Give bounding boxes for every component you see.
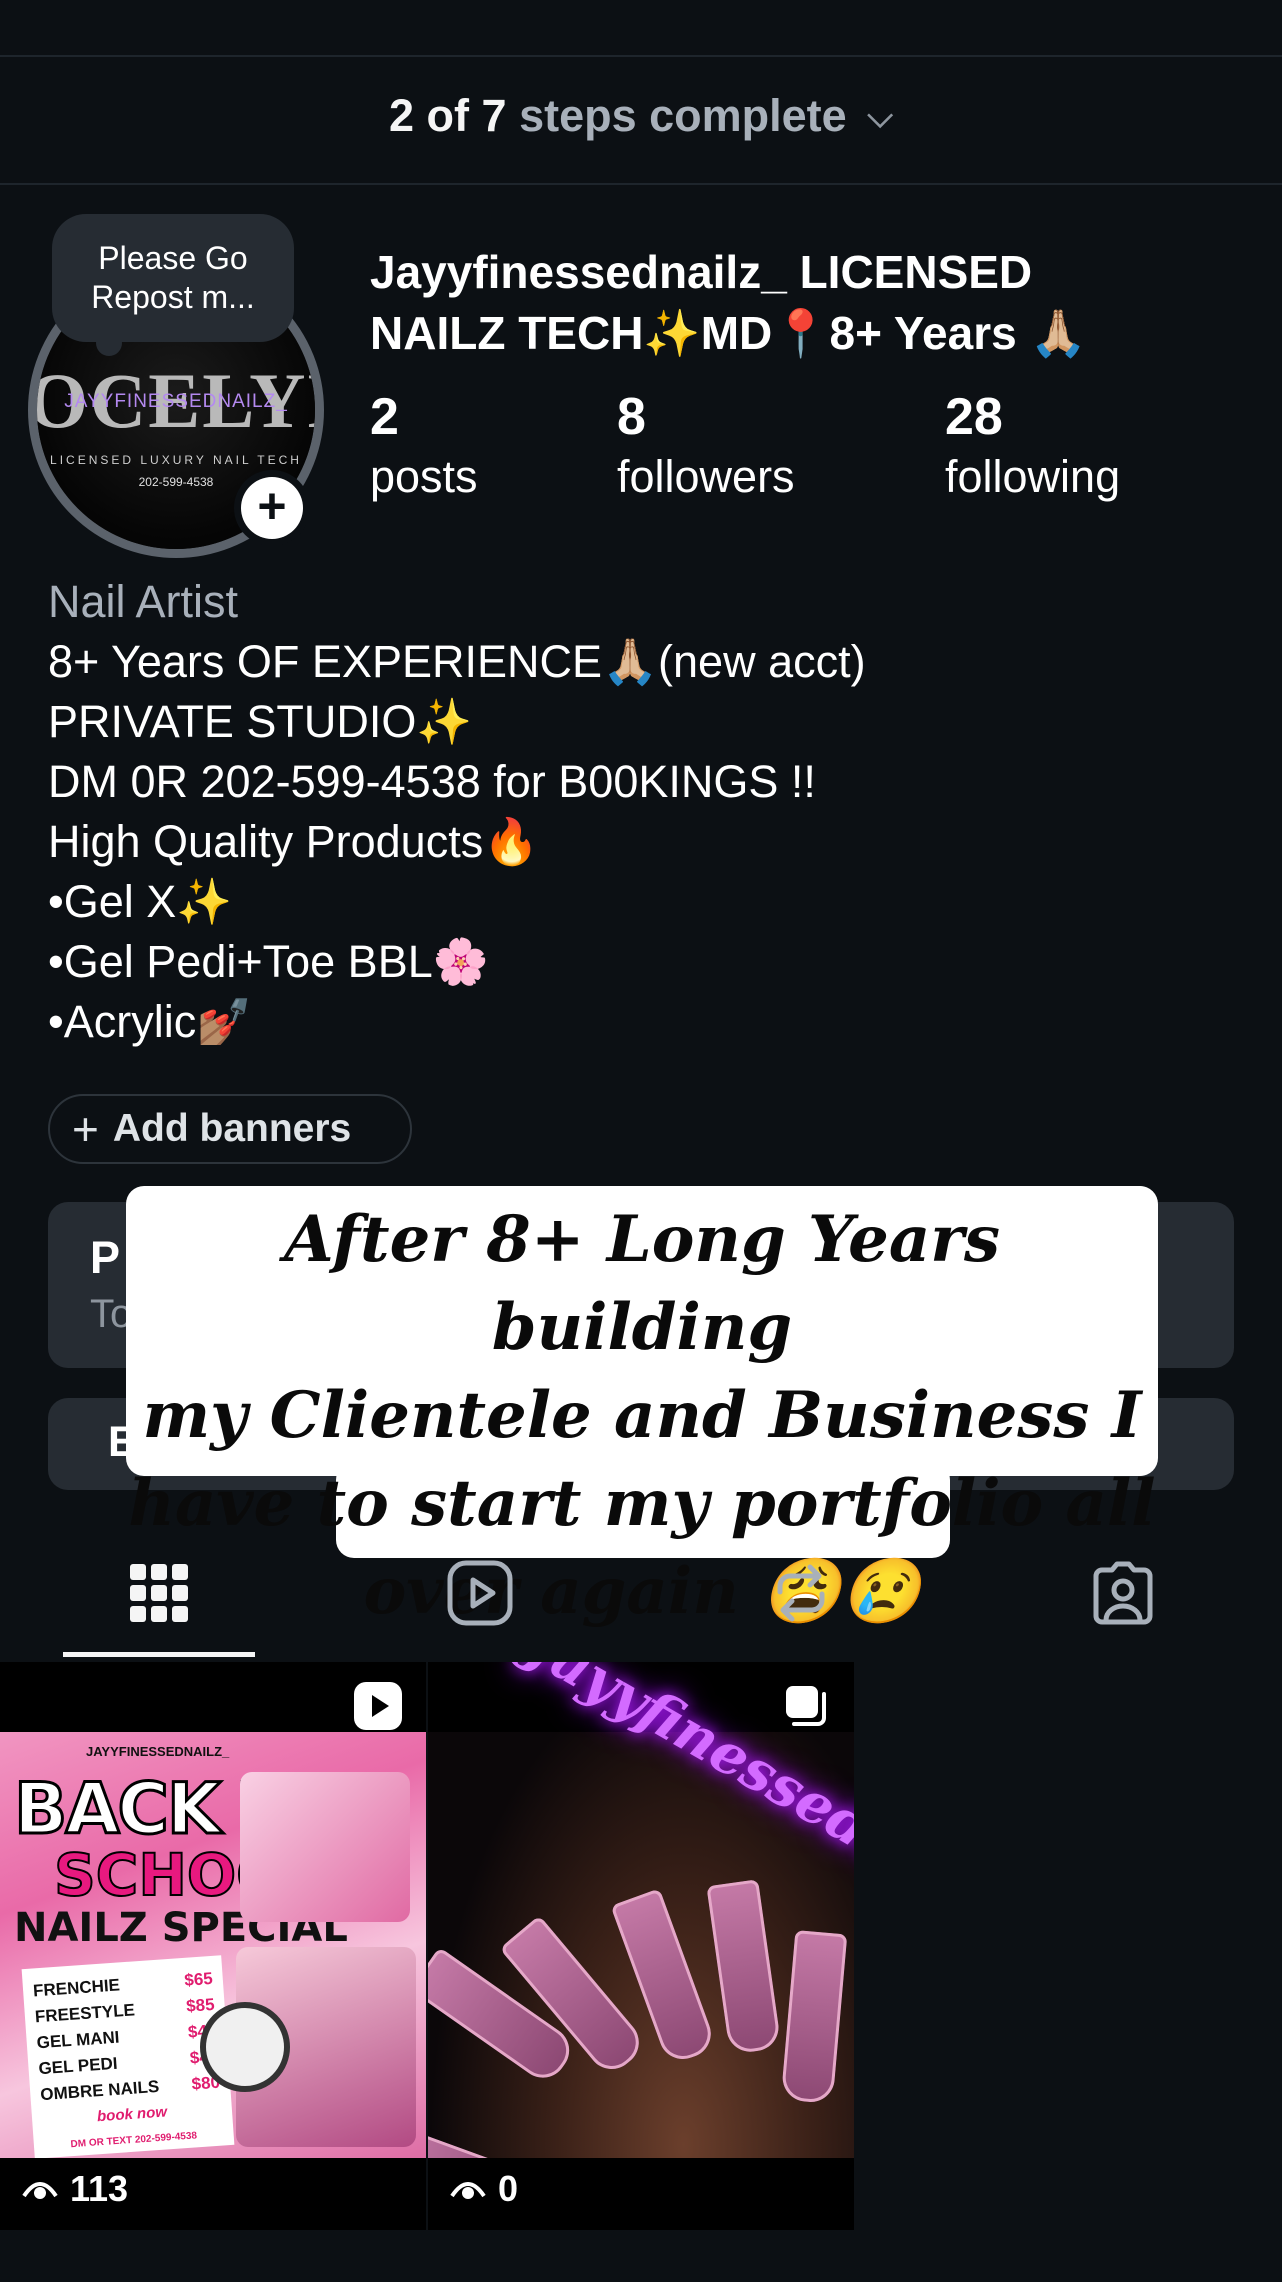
following-label: following	[945, 451, 1121, 502]
onboarding-steps[interactable]: 2 of 7 steps complete ⌵	[0, 90, 1282, 142]
add-story-button[interactable]: +	[234, 470, 310, 546]
post-thumbnail[interactable]: Jayyfinessednailz 0	[428, 1662, 854, 2230]
caption-line: After 8+ Long Years building	[283, 1202, 1001, 1365]
grid-icon[interactable]	[124, 1558, 194, 1628]
note-text: Please Go Repost m...	[91, 240, 255, 315]
flyer-photo	[240, 1772, 410, 1922]
stat-followers[interactable]: 8 followers	[617, 386, 795, 506]
posts-count: 2	[370, 388, 399, 446]
posts-label: posts	[370, 451, 478, 502]
eye-icon	[22, 2182, 58, 2199]
view-count: 113	[22, 2168, 128, 2210]
profile-category: Nail Artist	[48, 576, 239, 627]
active-tab-indicator	[63, 1652, 255, 1657]
steps-rest: steps complete	[519, 90, 847, 141]
bio-line: High Quality Products🔥	[48, 816, 540, 867]
caption-overlay: After 8+ Long Years building my Clientel…	[126, 1196, 1158, 1636]
caption-line: my Clientele and Business I	[142, 1378, 1142, 1453]
tagged-icon[interactable]	[1088, 1558, 1158, 1628]
bio-line: •Gel Pedi+Toe BBL🌸	[48, 936, 489, 987]
plus-icon: +	[241, 477, 303, 539]
following-count: 28	[945, 388, 1003, 446]
view-count-value: 113	[70, 2168, 129, 2209]
bio-line: •Acrylic💅🏽	[48, 996, 253, 1047]
stat-posts[interactable]: 2 posts	[370, 386, 478, 506]
avatar-handle: JAYYFINESSEDNAILZ_	[64, 391, 288, 412]
reels-icon[interactable]	[445, 1558, 515, 1628]
add-banners-button[interactable]: + Add banners	[48, 1094, 412, 1164]
nail-shape	[706, 1879, 782, 2055]
caption-line: over again 😩😢	[363, 1554, 921, 1629]
followers-count: 8	[617, 388, 646, 446]
followers-label: followers	[617, 451, 795, 502]
stat-following[interactable]: 28 following	[945, 386, 1120, 506]
plus-icon: +	[72, 1103, 99, 1155]
chevron-down-icon: ⌵	[867, 97, 893, 135]
eye-icon	[450, 2182, 486, 2199]
clock-icon	[200, 2002, 290, 2092]
flyer-brand: JAYYFINESSEDNAILZ_	[86, 1744, 230, 1759]
post-thumbnail[interactable]: JAYYFINESSEDNAILZ_ BACK TO SCHOOL NAILZ …	[0, 1662, 426, 2230]
avatar-subtitle: LICENSED LUXURY NAIL TECH	[50, 453, 302, 467]
profile-name: Jayyfinessednailz_ LICENSED NAILZ TECH✨M…	[370, 242, 1250, 364]
avatar-phone: 202-599-4538	[138, 475, 214, 489]
steps-done: 2 of 7	[389, 90, 507, 141]
bio-line: •Gel X✨	[48, 876, 233, 927]
bio-line: 8+ Years OF EXPERIENCE🙏🏼(new acct)	[48, 636, 866, 687]
name-line-1: Jayyfinessednailz_ LICENSED	[370, 246, 1033, 298]
pro-card-title: P	[90, 1232, 121, 1283]
caption-line: have to start my portfolio all	[128, 1466, 1156, 1541]
add-banners-label: Add banners	[112, 1107, 352, 1150]
reposts-icon[interactable]	[766, 1558, 836, 1628]
carousel-badge-icon	[782, 1682, 830, 1730]
view-count: 0	[450, 2168, 518, 2210]
nail-shape	[780, 1930, 848, 2104]
note-bubble[interactable]: Please Go Repost m...	[52, 214, 294, 342]
steps-divider	[0, 183, 1282, 185]
profile-bio: 8+ Years OF EXPERIENCE🙏🏼(new acct) PRIVA…	[48, 632, 1248, 1052]
top-divider	[0, 55, 1282, 57]
reel-badge-icon	[354, 1682, 402, 1730]
bio-line: PRIVATE STUDIO✨	[48, 696, 473, 747]
bio-line: DM 0R 202-599-4538 for B00KINGS !!	[48, 756, 816, 807]
name-line-2: NAILZ TECH✨MD📍8+ Years 🙏🏼	[370, 307, 1087, 359]
view-count-value: 0	[498, 2168, 519, 2209]
